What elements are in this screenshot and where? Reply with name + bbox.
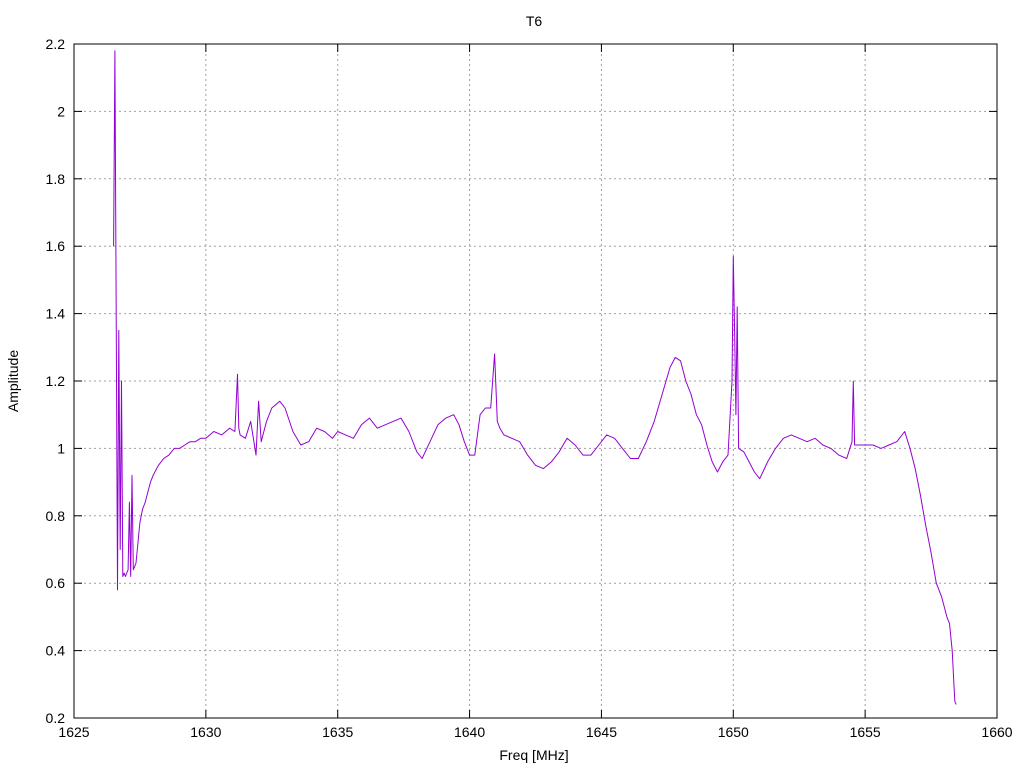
- y-tick-label: 1.6: [46, 238, 66, 254]
- x-tick-label: 1650: [718, 724, 749, 740]
- x-tick-label: 1625: [58, 724, 89, 740]
- x-tick-label: 1660: [981, 724, 1012, 740]
- y-tick-label: 1.4: [46, 306, 66, 322]
- x-tick-label: 1630: [190, 724, 221, 740]
- y-tick-label: 0.8: [46, 508, 66, 524]
- y-tick-label: 0.4: [46, 643, 66, 659]
- chart-title: T6: [526, 13, 543, 29]
- y-axis-label: Amplitude: [5, 350, 21, 412]
- y-tick-label: 2.2: [46, 36, 66, 52]
- x-axis-label: Freq [MHz]: [499, 747, 568, 763]
- line-chart: 1625 1630 1635 1640 1645 1650 1655 1660 0.2 0.4 0…: [0, 0, 1024, 768]
- y-tick-label: 0.6: [46, 575, 66, 591]
- y-tick-label: 1.8: [46, 171, 66, 187]
- x-tick-label: 1640: [454, 724, 485, 740]
- y-tick-label: 0.2: [46, 710, 66, 726]
- x-tick-label: 1645: [586, 724, 617, 740]
- x-tick-label: 1635: [322, 724, 353, 740]
- x-tick-label: 1655: [850, 724, 881, 740]
- y-tick-label: 2: [57, 103, 65, 119]
- y-tick-label: 1: [57, 440, 65, 456]
- chart-background: [0, 0, 1024, 768]
- y-tick-label: 1.2: [46, 373, 66, 389]
